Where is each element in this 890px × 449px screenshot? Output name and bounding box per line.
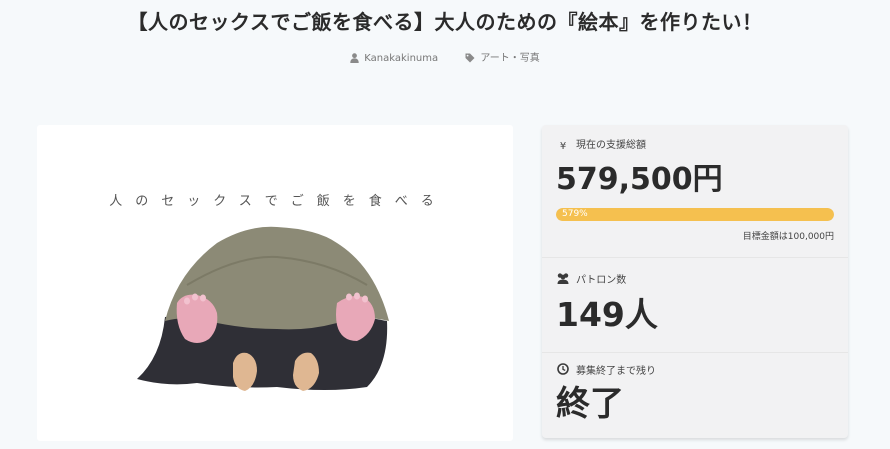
project-meta: Kanakakinuma アート・写真 — [0, 51, 890, 67]
author-name: Kanakakinuma — [364, 53, 439, 64]
clock-icon — [557, 363, 569, 375]
remaining-label: 募集終了まで残り — [556, 363, 656, 379]
yen-icon: ¥ — [559, 141, 567, 152]
raised-label: ¥ 現在の支援総額 — [556, 139, 646, 154]
project-illustration — [137, 226, 389, 391]
remaining-value: 終了 — [556, 384, 624, 424]
tag-icon — [465, 53, 475, 63]
author-link[interactable]: Kanakakinuma — [350, 51, 438, 67]
funding-progress-bar — [556, 208, 834, 221]
users-icon — [557, 273, 569, 284]
patrons-label: パトロン数 — [556, 273, 626, 288]
goal-amount: 目標金額は100,000円 — [742, 232, 834, 242]
funding-progress-percent: 579% — [562, 209, 588, 219]
user-icon — [350, 53, 359, 63]
raised-amount: 579,500円 — [556, 162, 723, 197]
patrons-count: 149人 — [556, 295, 658, 334]
funding-progress-fill — [556, 208, 834, 221]
page-title: 【人のセックスでご飯を食べる】大人のための『絵本』を作りたい！ — [127, 10, 763, 34]
category-name: アート・写真 — [480, 53, 540, 64]
stats-divider — [542, 257, 848, 258]
stats-divider-2 — [542, 352, 848, 353]
category-link[interactable]: アート・写真 — [465, 51, 540, 67]
